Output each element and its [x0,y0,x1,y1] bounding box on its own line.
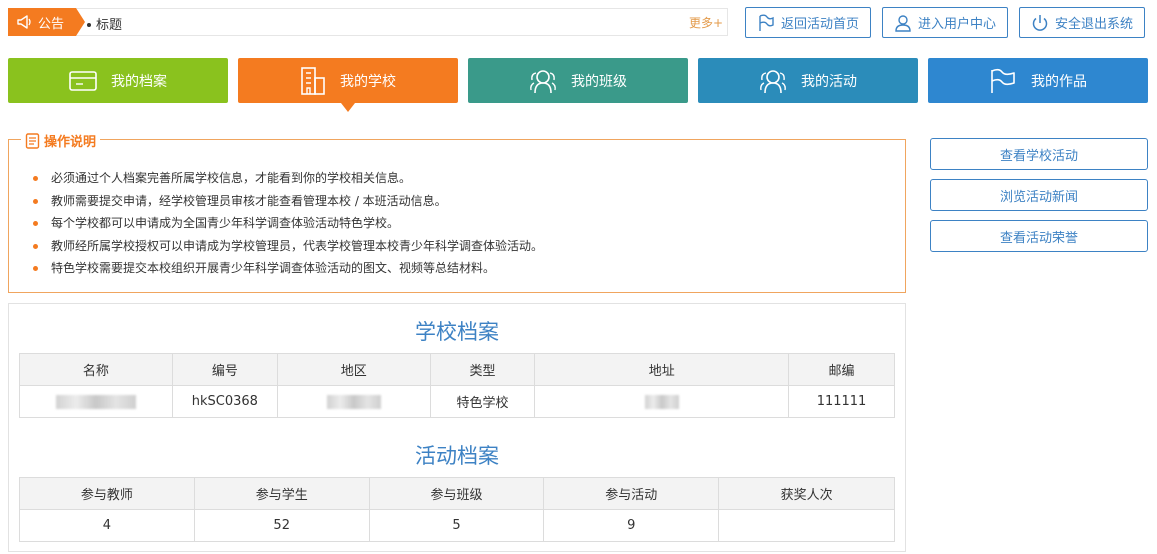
column-header: 地区 [276,353,431,386]
notice-tag-label: 公告 [38,16,65,32]
notice-item[interactable]: 标题 [87,14,122,33]
school-region-cell [276,385,431,418]
records-panel: 学校档案 名称 编号 地区 类型 地址 邮编 hkSC0368 特色学校 111… [8,303,906,552]
instruction-item: 每个学校都可以申请成为全国青少年科学调查体验活动特色学校。 [31,212,543,235]
nav-my-activity[interactable]: 我的活动 [698,58,918,103]
school-record-title: 学校档案 [415,320,499,344]
blurred-text [55,394,136,409]
awards-count-cell [718,509,895,542]
power-icon [1032,14,1048,31]
activities-count-cell: 9 [543,509,720,542]
classes-count-cell: 5 [368,509,545,542]
nav-my-works[interactable]: 我的作品 [928,58,1148,103]
nav-my-school[interactable]: 我的学校 [238,58,458,112]
back-to-activity-home-button[interactable]: 返回活动首页 [745,7,871,38]
table-header-row: 参与教师 参与学生 参与班级 参与活动 获奖人次 [19,477,895,510]
table-row: hkSC0368 特色学校 111111 [19,385,895,418]
nav-my-works-label: 我的作品 [1031,73,1087,90]
browse-activity-news-button[interactable]: 浏览活动新闻 [930,179,1148,211]
notice-more-link[interactable]: 更多+ [689,14,723,31]
instructions-box: 操作说明 必须通过个人档案完善所属学校信息，才能看到你的学校相关信息。 教师需要… [8,131,906,293]
flag-icon [759,14,774,31]
megaphone-icon [17,15,31,29]
column-header: 邮编 [788,353,895,386]
table-header-row: 名称 编号 地区 类型 地址 邮编 [19,353,895,386]
school-postcode-cell: 111111 [788,385,895,418]
blurred-text [644,394,679,409]
notice-tag: 公告 [8,8,85,36]
nav-my-activity-label: 我的活动 [801,73,857,90]
students-count-cell: 52 [193,509,370,542]
nav-my-class-label: 我的班级 [571,73,627,90]
document-icon [25,132,40,149]
column-header: 地址 [534,353,790,386]
column-header: 获奖人次 [718,477,895,510]
activity-record-table: 参与教师 参与学生 参与班级 参与活动 获奖人次 4 52 5 9 [19,477,895,542]
instructions-title-text: 操作说明 [44,135,97,150]
instructions-list: 必须通过个人档案完善所属学校信息，才能看到你的学校相关信息。 教师需要提交申请，… [31,167,543,280]
bullet-icon [87,22,91,27]
instruction-item: 教师需要提交申请，经学校管理员审核才能查看管理本校 / 本班活动信息。 [31,190,543,213]
group-icon [760,69,786,93]
column-header: 参与班级 [368,477,545,510]
nav-my-school-label: 我的学校 [340,73,396,90]
nav-my-profile-label: 我的档案 [111,73,167,90]
school-address-cell [534,385,790,418]
column-header: 参与活动 [543,477,720,510]
activity-record-title: 活动档案 [415,444,499,468]
column-header: 编号 [171,353,278,386]
teachers-count-cell: 4 [19,509,195,542]
column-header: 参与学生 [193,477,370,510]
notice-item-title[interactable]: 标题 [96,18,122,33]
card-icon [69,70,97,91]
column-header: 类型 [429,353,536,386]
group-icon [530,69,556,93]
logout-button[interactable]: 安全退出系统 [1019,7,1145,38]
instruction-item: 必须通过个人档案完善所属学校信息，才能看到你的学校相关信息。 [31,167,543,190]
nav-my-profile[interactable]: 我的档案 [8,58,228,103]
logout-label: 安全退出系统 [1054,17,1133,32]
school-type-cell: 特色学校 [429,385,536,418]
instruction-item: 特色学校需要提交本校组织开展青少年科学调查体验活动的图文、视频等总结材料。 [31,257,543,280]
back-to-activity-home-label: 返回活动首页 [780,17,859,32]
table-row: 4 52 5 9 [19,509,895,542]
instruction-item: 教师经所属学校授权可以申请成为学校管理员，代表学校管理本校青少年科学调查体验活动… [31,235,543,258]
school-name-cell [19,385,173,418]
user-center-label: 进入用户中心 [917,17,996,32]
view-school-activities-button[interactable]: 查看学校活动 [930,138,1148,170]
column-header: 名称 [19,353,173,386]
flag-icon [991,68,1015,93]
blurred-text [326,394,381,409]
school-code-cell: hkSC0368 [171,385,278,418]
user-icon [895,14,911,32]
view-activity-honors-button[interactable]: 查看活动荣誉 [930,220,1148,252]
instructions-title: 操作说明 [21,131,101,150]
column-header: 参与教师 [19,477,195,510]
building-icon [301,66,325,95]
school-record-table: 名称 编号 地区 类型 地址 邮编 hkSC0368 特色学校 111111 [19,353,895,418]
notice-bar: 公告 标题 更多+ [8,8,728,36]
nav-my-class[interactable]: 我的班级 [468,58,688,103]
user-center-button[interactable]: 进入用户中心 [882,7,1008,38]
